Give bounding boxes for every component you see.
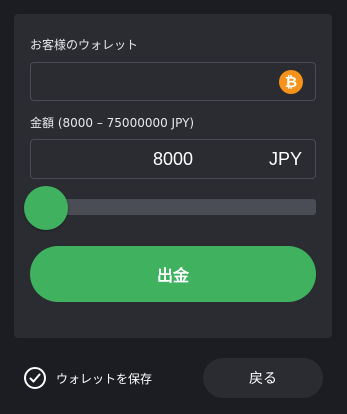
amount-slider-track[interactable] xyxy=(26,199,316,215)
wallet-label: お客様のウォレット xyxy=(30,38,139,52)
bitcoin-icon: ₿ xyxy=(279,70,303,94)
amount-input[interactable]: 8000 JPY xyxy=(30,139,316,179)
amount-value: 8000 xyxy=(153,149,194,169)
amount-currency: JPY xyxy=(268,149,302,169)
amount-label: 金額 (8000 – 75000000 JPY) xyxy=(30,116,195,130)
withdraw-button[interactable]: 出金 xyxy=(30,246,316,302)
checkmark-icon xyxy=(29,373,41,383)
back-button[interactable]: 戻る xyxy=(203,358,323,398)
save-wallet-checkbox[interactable] xyxy=(24,367,46,389)
save-wallet-label: ウォレットを保存 xyxy=(56,371,153,386)
save-wallet-toggle[interactable]: ウォレットを保存 xyxy=(24,367,152,389)
wallet-address-input[interactable] xyxy=(31,63,281,100)
amount-slider-handle[interactable] xyxy=(24,186,68,230)
wallet-input-container: ₿ xyxy=(30,62,316,101)
